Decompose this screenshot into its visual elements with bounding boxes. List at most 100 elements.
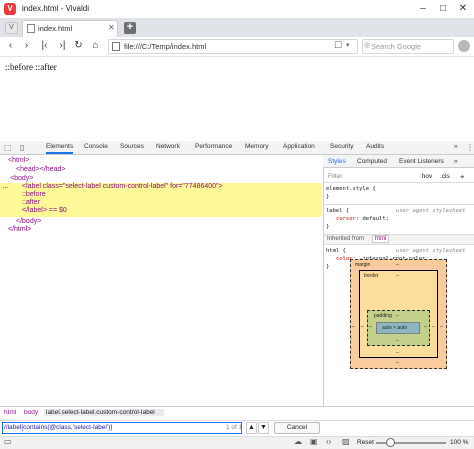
maximize-button[interactable]: □ [433,2,453,16]
back-button[interactable]: ‹ [4,39,17,53]
find-previous-button[interactable]: ▲ [246,422,257,434]
rule-close: } [326,264,330,270]
reload-button[interactable]: ↻ [72,39,85,53]
margin-label: margin [355,262,371,268]
tab-styles[interactable]: Styles [328,158,346,165]
find-next-button[interactable]: ▼ [258,422,269,434]
dom-node-text: </label> == $0 [22,207,67,214]
zoom-level: 100 % [450,439,469,446]
tab-network[interactable]: Network [156,143,180,150]
cloud-sync-icon[interactable]: ☁ [294,437,302,446]
dom-node-html-close[interactable]: </html> [8,226,31,234]
tab-application[interactable]: Application [283,143,315,150]
rewind-button[interactable]: |‹ [38,39,51,53]
content-size: auto × auto [382,325,408,331]
padding-right-value: – [424,324,427,330]
rule-source: user agent stylesheet [396,208,466,214]
dom-pseudo-before[interactable]: ::before [22,191,46,199]
breadcrumb-body[interactable]: body [24,409,38,416]
divider [324,204,474,205]
breadcrumb-label[interactable]: label.select-label.custom-control-label [44,409,164,416]
page-info-icon[interactable] [112,42,120,51]
hov-toggle[interactable]: :hov [420,173,432,180]
find-cancel-button[interactable]: Cancel [274,422,320,434]
breadcrumb-html[interactable]: html [4,409,16,416]
prop-value: default; [362,216,390,222]
tab-audits[interactable]: Audits [366,143,384,150]
dom-node-label-close[interactable]: </label> == $0 [22,207,67,215]
page-content-text: ::before ::after [5,62,57,72]
dom-node-text: <label class="select-label custom-contro… [22,183,223,190]
new-tab-button[interactable]: + [124,22,136,34]
dom-node-label[interactable]: <label class="select-label custom-contro… [22,183,223,191]
tab-console[interactable]: Console [84,143,108,150]
dom-node-text: </html> [8,226,32,233]
fast-forward-button[interactable]: ›| [56,39,69,53]
page-actions-icon[interactable]: ‹› [326,437,331,446]
vivaldi-logo-icon[interactable]: V [4,3,16,15]
inspect-element-icon[interactable]: ⬚ [4,143,12,152]
dom-ellipsis-icon[interactable]: … [2,183,9,191]
border-bottom-value: – [396,350,399,356]
image-toggle-icon[interactable]: ▨ [342,437,350,446]
rule-label-selector[interactable]: label { [326,208,349,216]
profile-avatar[interactable] [458,40,470,52]
dom-node-text: <head></head> [16,166,66,173]
padding-label: padding [374,313,392,319]
forward-button[interactable]: › [20,39,33,53]
inherited-tag[interactable]: html [372,235,390,243]
panel-toggle-icon[interactable]: ▭ [4,437,12,446]
home-button[interactable]: ⌂ [89,39,102,53]
rule-element-style[interactable]: element.style { [326,186,376,194]
window-title: index.html - Vivaldi [22,4,89,13]
border-left-value: – [361,324,364,330]
dom-pseudo-after[interactable]: ::after [22,199,40,207]
padding-left-value: – [369,324,372,330]
kebab-menu-icon[interactable]: ⋮ [466,143,474,152]
dom-node-body-close[interactable]: </body> [16,218,41,226]
zoom-reset-button[interactable]: Reset [357,439,374,446]
tab-sources[interactable]: Sources [120,143,144,150]
margin-right-value: – [440,324,443,330]
styles-more-button[interactable]: » [454,158,458,165]
rule-html-selector[interactable]: html { [326,248,346,256]
device-toolbar-icon[interactable]: ▯ [20,143,24,152]
rule-close: } [326,194,330,200]
prop-name: cursor [336,216,356,222]
more-tools-button[interactable]: » [454,143,458,150]
rule-close: } [326,224,330,230]
dom-node-head[interactable]: <head></head> [16,166,65,174]
dom-node-html[interactable]: <html> [8,157,29,165]
dom-node-text: <html> [8,157,30,164]
cls-toggle[interactable]: .cls [440,173,450,180]
bookmark-icon[interactable]: ☐ [334,40,342,51]
inherited-from-label: Inherited from [327,236,365,242]
tab-computed[interactable]: Computed [357,158,387,165]
padding-top-value: – [396,313,399,319]
rule-source: user agent stylesheet [396,248,466,254]
dom-node-text: ::after [22,199,40,206]
new-style-rule-button[interactable]: + [460,172,464,181]
tab-security[interactable]: Security [330,143,353,150]
tab-close-icon[interactable]: ✕ [108,23,115,32]
tab-label: index.html [38,24,73,33]
tab-event-listeners[interactable]: Event Listeners [399,158,444,165]
margin-bottom-value: – [396,360,399,366]
margin-top-value: – [396,262,399,268]
chevron-down-icon[interactable]: ▾ [346,41,350,49]
zoom-slider-thumb[interactable] [386,438,395,447]
document-icon [27,24,35,33]
tab-memory[interactable]: Memory [245,143,268,150]
minimize-button[interactable]: – [413,2,433,16]
tiling-icon[interactable]: ▣ [310,437,318,446]
rule-declaration-cursor[interactable]: cursor: default; [336,216,389,224]
tab-performance[interactable]: Performance [195,143,232,150]
dom-node-body[interactable]: <body> [10,175,33,183]
styles-filter-row [324,169,474,183]
styles-filter-input[interactable]: Filter [328,173,342,180]
dom-node-text: </body> [16,218,42,225]
search-engine-icon[interactable]: ◎ [364,41,370,49]
tab-elements[interactable]: Elements [46,143,74,154]
vivaldi-menu-button[interactable]: V [5,22,18,34]
close-window-button[interactable]: ✕ [453,2,473,16]
